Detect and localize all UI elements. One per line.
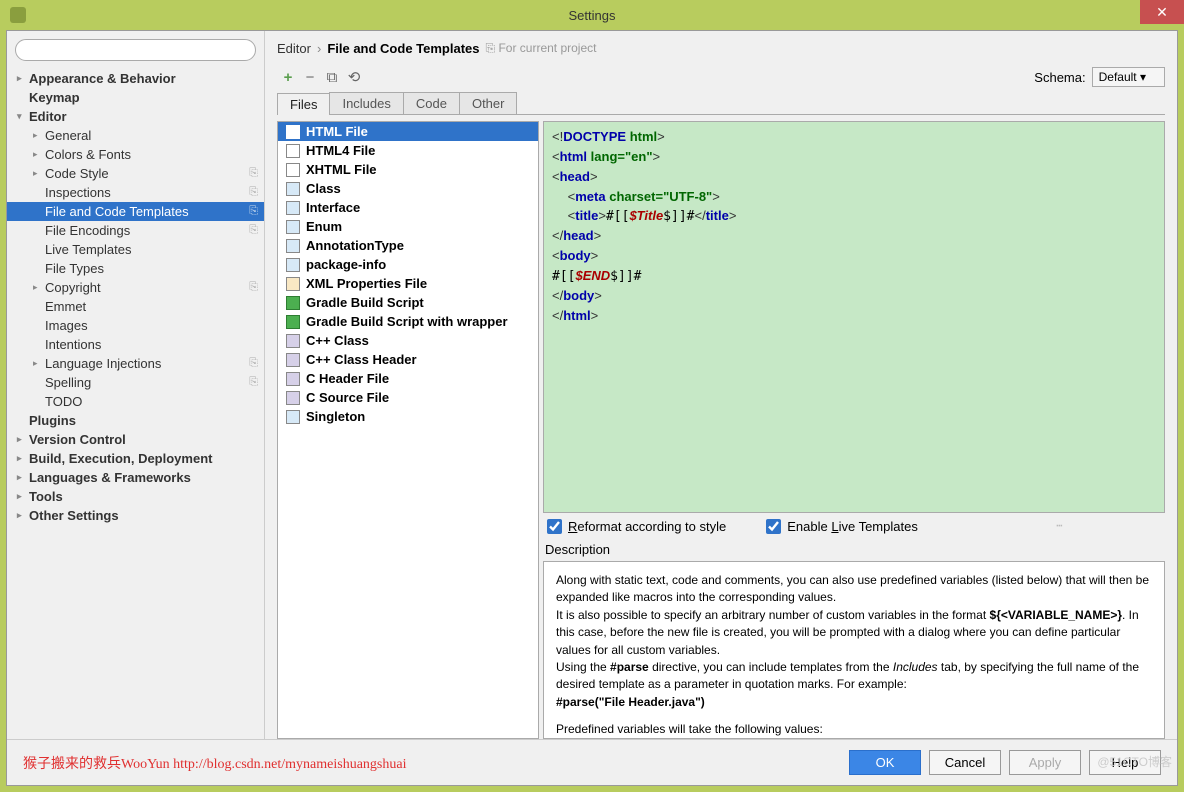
tree-item[interactable]: ▸Appearance & Behavior [7, 69, 264, 88]
live-templates-checkbox[interactable]: Enable Live Templates [766, 519, 918, 534]
dialog-footer: 猴子搬来的救兵WooYun http://blog.csdn.net/mynam… [7, 739, 1177, 785]
template-toolbar: + − ⧉ ⟲ Schema: Default ▾ [277, 66, 1165, 88]
tree-item[interactable]: Keymap [7, 88, 264, 107]
tree-item[interactable]: ▾Editor [7, 107, 264, 126]
tab-files[interactable]: Files [277, 93, 330, 115]
file-item[interactable]: C Source File [278, 388, 538, 407]
schema-label: Schema: [1034, 70, 1085, 85]
file-item[interactable]: XHTML File [278, 160, 538, 179]
file-item[interactable]: Class [278, 179, 538, 198]
settings-tree[interactable]: ▸Appearance & BehaviorKeymap▾Editor▸Gene… [7, 69, 264, 739]
file-item[interactable]: C Header File [278, 369, 538, 388]
tree-item[interactable]: ▸Language Injections⎘ [7, 354, 264, 373]
tree-item[interactable]: ▸General [7, 126, 264, 145]
content-panel: Editor › File and Code Templates ⎘ For c… [265, 31, 1177, 739]
tab-code[interactable]: Code [403, 92, 460, 114]
copy-button[interactable]: ⧉ [321, 66, 343, 88]
template-tabs: FilesIncludesCodeOther [277, 92, 1165, 115]
apply-button[interactable]: Apply [1009, 750, 1081, 775]
tree-item[interactable]: ▸Tools [7, 487, 264, 506]
schema-select[interactable]: Default ▾ [1092, 67, 1165, 87]
template-list[interactable]: HTML FileHTML4 FileXHTML FileClassInterf… [277, 121, 539, 739]
file-item[interactable]: Enum [278, 217, 538, 236]
app-icon [10, 7, 26, 23]
tree-item[interactable]: File Types [7, 259, 264, 278]
tree-item[interactable]: ▸Copyright⎘ [7, 278, 264, 297]
breadcrumb: Editor › File and Code Templates ⎘ For c… [277, 41, 1165, 56]
sidebar: ▸Appearance & BehaviorKeymap▾Editor▸Gene… [7, 31, 265, 739]
file-item[interactable]: Singleton [278, 407, 538, 426]
file-item[interactable]: Gradle Build Script with wrapper [278, 312, 538, 331]
breadcrumb-current: File and Code Templates [327, 41, 479, 56]
file-item[interactable]: HTML4 File [278, 141, 538, 160]
cancel-button[interactable]: Cancel [929, 750, 1001, 775]
file-item[interactable]: XML Properties File [278, 274, 538, 293]
tree-item[interactable]: Images [7, 316, 264, 335]
remove-button[interactable]: − [299, 66, 321, 88]
file-item[interactable]: AnnotationType [278, 236, 538, 255]
template-editor[interactable]: <!DOCTYPE html> <html lang="en"> <head> … [543, 121, 1165, 513]
file-item[interactable]: C++ Class Header [278, 350, 538, 369]
description-label: Description [545, 542, 1165, 557]
breadcrumb-root[interactable]: Editor [277, 41, 311, 56]
tree-item[interactable]: ▸Code Style⎘ [7, 164, 264, 183]
file-item[interactable]: package-info [278, 255, 538, 274]
tab-other[interactable]: Other [459, 92, 518, 114]
window-title: Settings [569, 8, 616, 23]
tree-item[interactable]: Live Templates [7, 240, 264, 259]
titlebar: Settings ✕ [0, 0, 1184, 30]
reformat-checkbox[interactable]: RReformat according to styleeformat acco… [547, 519, 726, 534]
tree-item[interactable]: ▸Other Settings [7, 506, 264, 525]
watermark: @51CTO博客 [1097, 753, 1172, 770]
add-button[interactable]: + [277, 66, 299, 88]
tree-item[interactable]: Plugins [7, 411, 264, 430]
file-item[interactable]: Interface [278, 198, 538, 217]
tree-item[interactable]: ▸Colors & Fonts [7, 145, 264, 164]
tree-item[interactable]: Inspections⎘ [7, 183, 264, 202]
tree-item[interactable]: Emmet [7, 297, 264, 316]
tree-item[interactable]: ▸Languages & Frameworks [7, 468, 264, 487]
tree-item[interactable]: File Encodings⎘ [7, 221, 264, 240]
file-item[interactable]: HTML File [278, 122, 538, 141]
tree-item[interactable]: File and Code Templates⎘ [7, 202, 264, 221]
tree-item[interactable]: TODO [7, 392, 264, 411]
credit-text: 猴子搬来的救兵WooYun http://blog.csdn.net/mynam… [23, 753, 406, 773]
close-button[interactable]: ✕ [1140, 0, 1184, 24]
file-item[interactable]: C++ Class [278, 331, 538, 350]
file-item[interactable]: Gradle Build Script [278, 293, 538, 312]
tree-item[interactable]: ▸Version Control [7, 430, 264, 449]
search-input[interactable] [15, 39, 256, 61]
tab-includes[interactable]: Includes [329, 92, 403, 114]
revert-button[interactable]: ⟲ [343, 66, 365, 88]
ok-button[interactable]: OK [849, 750, 921, 775]
settings-window: ▸Appearance & BehaviorKeymap▾Editor▸Gene… [6, 30, 1178, 786]
description-box[interactable]: Along with static text, code and comment… [543, 561, 1165, 739]
tree-item[interactable]: Spelling⎘ [7, 373, 264, 392]
breadcrumb-scope: ⎘ For current project [486, 41, 597, 56]
tree-item[interactable]: ▸Build, Execution, Deployment [7, 449, 264, 468]
tree-item[interactable]: Intentions [7, 335, 264, 354]
